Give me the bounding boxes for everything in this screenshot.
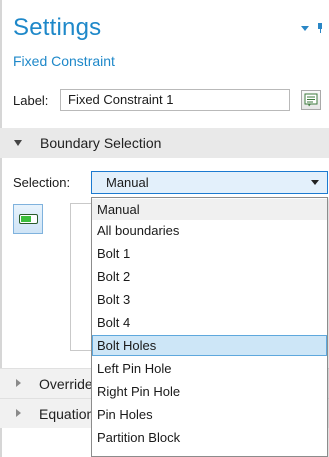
section-title: Boundary Selection bbox=[40, 135, 162, 151]
chevron-down-icon bbox=[311, 180, 319, 185]
label-input[interactable]: Fixed Constraint 1 bbox=[60, 89, 290, 111]
active-toggle-icon bbox=[19, 214, 38, 224]
selection-label: Selection: bbox=[13, 175, 71, 190]
equation-section-title: Equation bbox=[39, 406, 95, 422]
dropdown-arrow-icon[interactable] bbox=[301, 25, 309, 31]
dropdown-option[interactable]: Left Pin Hole bbox=[92, 358, 327, 379]
settings-subtitle: Fixed Constraint bbox=[13, 53, 115, 69]
edit-label-button[interactable] bbox=[301, 90, 321, 110]
selection-value: Manual bbox=[106, 175, 149, 190]
dropdown-option[interactable]: All boundaries bbox=[92, 220, 327, 241]
dropdown-option[interactable]: Manual bbox=[92, 199, 327, 220]
selection-dropdown-list: Manual All boundaries Bolt 1 Bolt 2 Bolt… bbox=[91, 197, 328, 457]
dropdown-option[interactable]: Bolt 4 bbox=[92, 312, 327, 333]
dropdown-option[interactable]: Bolt 2 bbox=[92, 266, 327, 287]
settings-panel: Settings Fixed Constraint Label: Fixed C… bbox=[0, 0, 329, 457]
dropdown-option[interactable]: Bolt 1 bbox=[92, 243, 327, 264]
selection-select[interactable]: Manual bbox=[91, 171, 328, 194]
settings-title: Settings bbox=[13, 14, 102, 41]
dropdown-option-highlighted[interactable]: Bolt Holes bbox=[92, 335, 327, 356]
dropdown-option[interactable]: Pin Holes bbox=[92, 404, 327, 425]
label-row: Label: Fixed Constraint 1 bbox=[13, 89, 329, 113]
dropdown-option[interactable]: Bolt 3 bbox=[92, 289, 327, 310]
expand-arrow-icon bbox=[16, 379, 21, 387]
expand-arrow-icon bbox=[16, 409, 21, 417]
dropdown-option[interactable]: Partition Block bbox=[92, 427, 327, 448]
active-toggle-button[interactable] bbox=[13, 204, 43, 234]
boundary-selection-header[interactable]: Boundary Selection bbox=[0, 128, 329, 158]
pin-icon[interactable] bbox=[317, 23, 323, 33]
label-caption: Label: bbox=[13, 93, 49, 108]
collapse-arrow-icon bbox=[14, 140, 22, 146]
edit-label-icon bbox=[304, 93, 318, 107]
dropdown-option[interactable]: Right Pin Hole bbox=[92, 381, 327, 402]
header-icons bbox=[301, 23, 323, 33]
